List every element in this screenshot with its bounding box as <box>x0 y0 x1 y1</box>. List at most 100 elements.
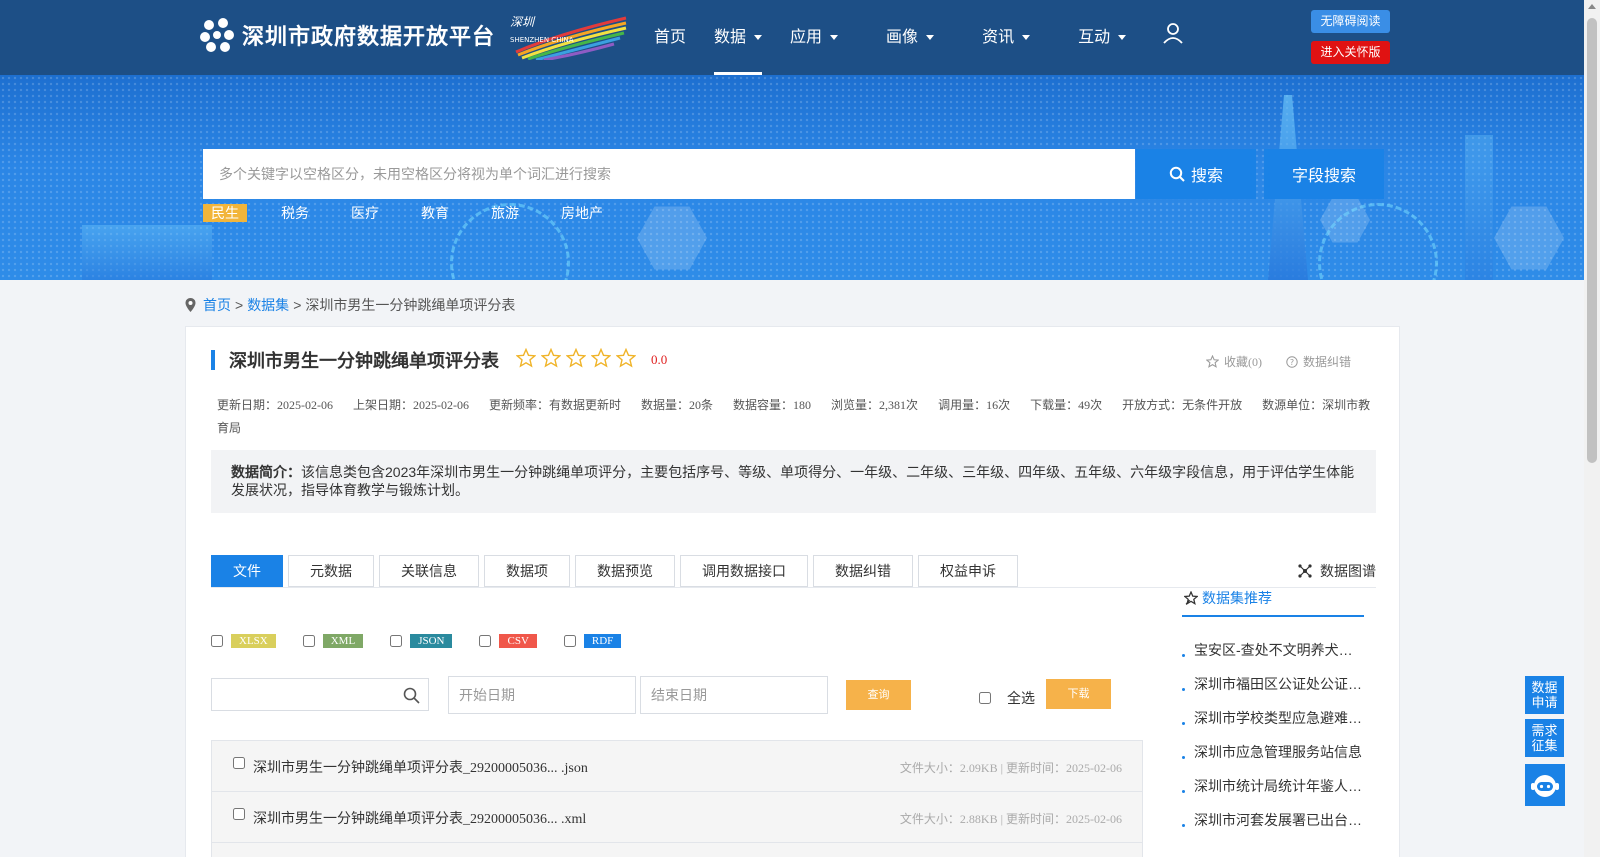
breadcrumb: 首页 > 数据集 > 深圳市男生一分钟跳绳单项评分表 <box>185 295 515 315</box>
recommend-item[interactable]: 深圳市河套发展署已出台… <box>1182 803 1364 837</box>
nav-profile[interactable]: 画像 <box>872 0 948 75</box>
format-checkbox[interactable] <box>479 635 492 647</box>
nav-apps-label: 应用 <box>790 28 823 46</box>
format-csv[interactable]: CSV <box>479 634 537 648</box>
star-icon[interactable] <box>566 348 586 368</box>
query-button[interactable]: 查询 <box>846 680 911 710</box>
format-rdf[interactable]: RDF <box>563 634 622 648</box>
meta-calls: 调用量：16次 <box>938 398 1011 412</box>
breadcrumb-current: 深圳市男生一分钟跳绳单项评分表 <box>305 297 516 313</box>
tab-correction[interactable]: 数据纠错 <box>813 555 913 587</box>
field-search-button[interactable]: 字段搜索 <box>1264 149 1384 199</box>
user-icon[interactable] <box>1162 22 1184 44</box>
star-icon[interactable] <box>516 348 536 368</box>
format-xlsx[interactable]: XLSX <box>211 634 276 648</box>
content-tabs: 文件 元数据 关联信息 数据项 数据预览 调用数据接口 数据纠错 权益申诉 <box>211 555 1023 587</box>
data-apply-button[interactable]: 数据申请 <box>1525 676 1564 714</box>
hot-tag[interactable]: 民生 <box>203 204 247 222</box>
hot-tag[interactable]: 教育 <box>413 204 457 222</box>
rating-stars[interactable] <box>516 348 641 368</box>
file-name[interactable]: 深圳市男生一分钟跳绳单项评分表_29200005036... .xml <box>253 808 586 828</box>
format-checkbox[interactable] <box>563 635 576 647</box>
svg-text:深圳: 深圳 <box>510 15 536 29</box>
recommend-item[interactable]: 深圳市学校类型应急避难… <box>1182 701 1364 735</box>
tab-metadata[interactable]: 元数据 <box>288 555 374 587</box>
recommend-item[interactable]: 深圳市福田区公证处公证… <box>1182 667 1364 701</box>
chevron-down-icon <box>754 35 763 40</box>
site-logo[interactable]: 深圳市政府数据开放平台 <box>200 18 495 52</box>
select-all[interactable]: 全选 <box>979 688 1035 708</box>
search-input[interactable] <box>203 149 1135 199</box>
hot-tag[interactable]: 旅游 <box>483 204 527 222</box>
nav-home[interactable]: 首页 <box>640 0 700 75</box>
hot-tags: 民生 税务 医疗 教育 旅游 房地产 <box>203 204 637 222</box>
format-xml[interactable]: XML <box>302 634 364 648</box>
start-date-input[interactable] <box>448 676 636 714</box>
hot-tag[interactable]: 医疗 <box>343 204 387 222</box>
star-icon[interactable] <box>541 348 561 368</box>
banner-decoration <box>1465 135 1493 280</box>
file-name[interactable]: 深圳市男生一分钟跳绳单项评分表_29200005036... .json <box>253 757 588 777</box>
nav-news[interactable]: 资讯 <box>968 0 1044 75</box>
recommend-section: 数据集推荐 宝安区-查处不文明养犬… 深圳市福田区公证处公证… 深圳市学校类型应… <box>1182 581 1364 837</box>
favorite-button[interactable]: 收藏(0) <box>1206 353 1262 370</box>
nav-data-label: 数据 <box>714 28 747 46</box>
breadcrumb-home[interactable]: 首页 <box>203 295 231 315</box>
format-json[interactable]: JSON <box>390 634 453 648</box>
tab-data-preview[interactable]: 数据预览 <box>575 555 675 587</box>
scroll-thumb[interactable] <box>1587 18 1597 463</box>
scroll-up-arrow-icon[interactable] <box>1588 4 1596 9</box>
robot-assistant-button[interactable] <box>1525 764 1565 806</box>
demand-collect-button[interactable]: 需求征集 <box>1525 719 1564 757</box>
tab-api[interactable]: 调用数据接口 <box>680 555 808 587</box>
download-button[interactable]: 下载 <box>1046 679 1111 709</box>
file-checkbox[interactable] <box>233 808 245 820</box>
data-graph-link[interactable]: 数据图谱 <box>1298 561 1376 581</box>
format-checkbox[interactable] <box>390 635 403 647</box>
star-icon[interactable] <box>591 348 611 368</box>
meta-record-count: 数据量：20条 <box>641 398 714 412</box>
format-checkbox[interactable] <box>211 635 223 647</box>
select-all-label: 全选 <box>1007 690 1035 706</box>
star-icon[interactable] <box>616 348 636 368</box>
dataset-meta: 更新日期：2025-02-06 上架日期：2025-02-06 更新频率：有数据更新… <box>217 394 1377 440</box>
tab-appeal[interactable]: 权益申诉 <box>918 555 1018 587</box>
breadcrumb-dataset[interactable]: 数据集 <box>247 295 289 315</box>
recommend-item[interactable]: 深圳市应急管理服务站信息 <box>1182 735 1364 769</box>
format-badge: CSV <box>499 634 537 648</box>
file-row: 深圳市男生一分钟跳绳单项评分表_29200005036... .json 文件大… <box>211 740 1143 791</box>
recommend-item[interactable]: 深圳市统计局统计年鉴人… <box>1182 769 1364 803</box>
title-accent-bar <box>211 350 215 370</box>
file-list: 深圳市男生一分钟跳绳单项评分表_29200005036... .json 文件大… <box>211 740 1143 857</box>
end-date-input[interactable] <box>640 676 828 714</box>
format-checkbox[interactable] <box>302 635 315 647</box>
location-pin-icon <box>185 298 196 312</box>
nav-news-label: 资讯 <box>982 28 1015 46</box>
hot-tag[interactable]: 房地产 <box>553 204 611 222</box>
chevron-down-icon <box>1118 35 1127 40</box>
nav-data[interactable]: 数据 <box>700 0 776 75</box>
recommend-item[interactable]: 宝安区-查处不文明养犬… <box>1182 633 1364 667</box>
top-header: 深圳市政府数据开放平台 深圳 SHENZHEN CHINA 首页 数据 应用 画… <box>0 0 1584 75</box>
elderly-mode-button[interactable]: 进入关怀版 <box>1311 41 1390 64</box>
data-correction-link[interactable]: ? 数据纠错 <box>1286 353 1351 370</box>
star-pin-icon <box>1184 591 1198 605</box>
tab-data-items[interactable]: 数据项 <box>484 555 570 587</box>
chevron-down-icon <box>926 35 935 40</box>
search-icon[interactable] <box>403 687 420 704</box>
select-all-checkbox[interactable] <box>979 692 991 704</box>
file-checkbox[interactable] <box>233 757 245 769</box>
search-button[interactable]: 搜索 <box>1136 149 1256 199</box>
tab-files[interactable]: 文件 <box>211 555 283 587</box>
main-nav: 首页 数据 应用 画像 资讯 互动 <box>640 0 1140 75</box>
page-scrollbar[interactable] <box>1584 0 1600 857</box>
tab-related-info[interactable]: 关联信息 <box>379 555 479 587</box>
accessible-reading-button[interactable]: 无障碍阅读 <box>1311 10 1390 33</box>
nav-apps[interactable]: 应用 <box>776 0 852 75</box>
nav-home-label: 首页 <box>654 28 687 46</box>
nav-interact[interactable]: 互动 <box>1064 0 1140 75</box>
hot-tag[interactable]: 税务 <box>273 204 317 222</box>
format-badge: XML <box>322 634 364 648</box>
banner-decoration <box>82 225 212 280</box>
file-filter-input[interactable] <box>211 678 429 711</box>
